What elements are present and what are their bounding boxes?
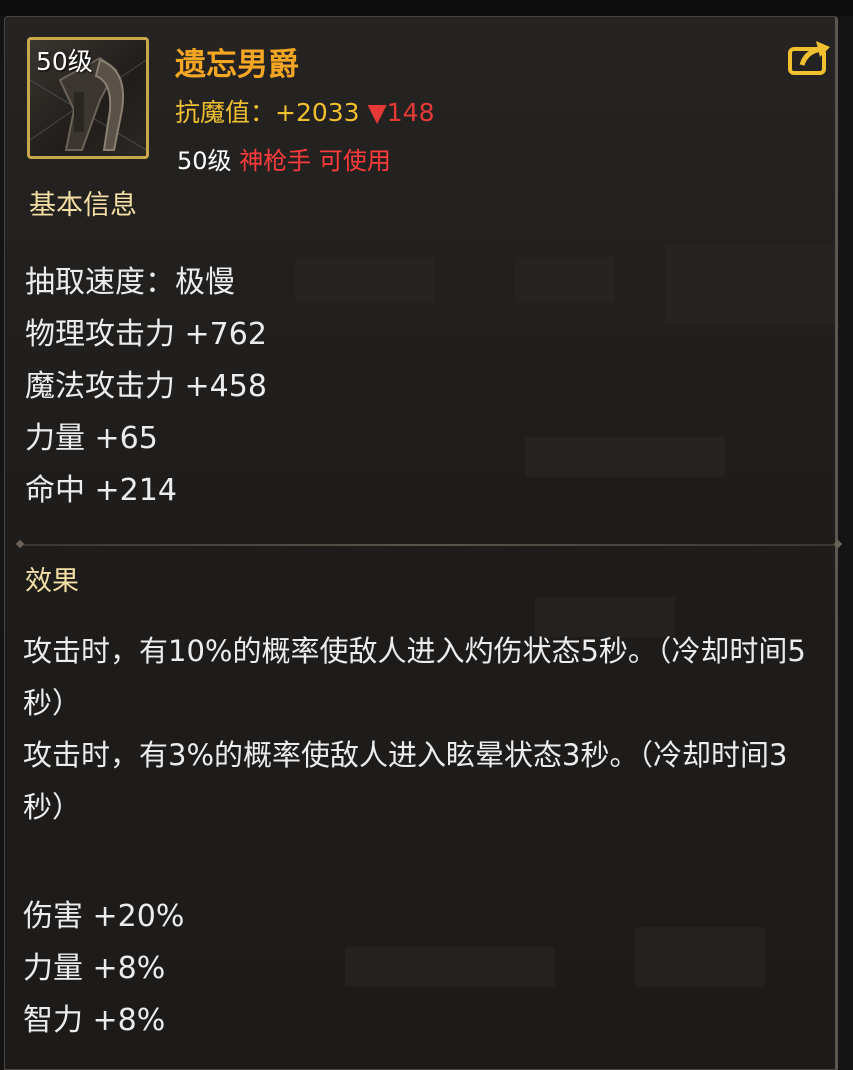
effect-list: 攻击时，有10%的概率使敌人进入灼伤状态5秒。（冷却时间5秒） 攻击时，有3%的… <box>23 625 813 833</box>
effects-title: 效果 <box>25 566 79 597</box>
background-ghost <box>515 257 615 303</box>
stat-label: 抗魔值： <box>175 98 276 127</box>
share-button[interactable] <box>788 39 832 77</box>
bonus-item: 伤害 +20% <box>23 899 185 934</box>
required-level: 50级 <box>177 147 232 175</box>
required-class: 神枪手 可使用 <box>239 147 391 175</box>
bonus-list: 伤害 +20% 力量 +8% 智力 +8% <box>23 891 184 1047</box>
background-ghost <box>525 437 725 477</box>
attribute-list: 抽取速度：极慢 物理攻击力 +762 魔法攻击力 +458 力量 +65 命中 … <box>25 257 267 517</box>
bonus-item: 力量 +8% <box>23 951 166 986</box>
effect-line: 攻击时，有3%的概率使敌人进入眩晕状态3秒。（冷却时间3秒） <box>23 738 788 824</box>
background-ghost <box>295 257 435 303</box>
basic-info-title: 基本信息 <box>29 190 137 221</box>
attribute-item: 抽取速度：极慢 <box>25 265 235 300</box>
section-divider <box>19 544 839 546</box>
effect-line: 攻击时，有10%的概率使敌人进入灼伤状态5秒。（冷却时间5秒） <box>23 634 806 720</box>
item-name: 遗忘男爵 <box>175 47 299 83</box>
attribute-item: 魔法攻击力 +458 <box>25 369 267 404</box>
attribute-item: 物理攻击力 +762 <box>25 317 267 352</box>
attribute-item: 命中 +214 <box>25 473 177 508</box>
bonus-item: 智力 +8% <box>23 1003 166 1038</box>
background-strip <box>0 0 853 16</box>
item-tooltip: 50级 遗忘男爵 抗魔值：+2033 ▼148 50级 神枪手 可使用 基本信息… <box>4 16 839 1070</box>
item-level-badge: 50级 <box>36 47 93 76</box>
requirement-line: 50级 神枪手 可使用 <box>177 141 391 176</box>
stat-delta: ▼148 <box>367 98 435 127</box>
attribute-item: 力量 +65 <box>25 421 158 456</box>
background-ghost <box>665 245 835 325</box>
item-icon: 50级 <box>27 37 149 159</box>
stat-value: +2033 <box>275 98 360 127</box>
background-ghost <box>635 927 765 987</box>
background-ghost <box>345 947 555 987</box>
magic-resist-stat: 抗魔值：+2033 ▼148 <box>175 93 435 129</box>
share-arrow-icon <box>788 41 830 75</box>
